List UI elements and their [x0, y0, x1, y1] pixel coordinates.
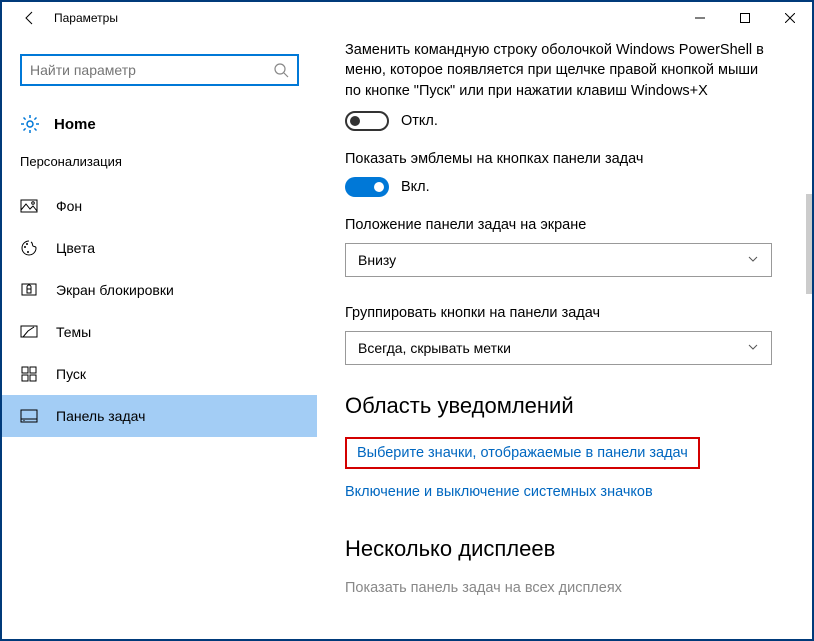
position-label: Положение панели задач на экране — [345, 217, 772, 233]
position-value: Внизу — [358, 252, 396, 268]
scrollbar[interactable] — [806, 194, 812, 294]
system-icons-link[interactable]: Включение и выключение системных значков — [345, 484, 653, 500]
start-icon — [20, 365, 38, 383]
lock-icon — [20, 281, 38, 299]
main-content: Заменить командную строку оболочкой Wind… — [317, 34, 812, 639]
sidebar-item-label: Пуск — [56, 366, 86, 382]
sidebar-item-label: Темы — [56, 324, 91, 340]
minimize-button[interactable] — [677, 2, 722, 34]
select-icons-link[interactable]: Выберите значки, отображаемые в панели з… — [345, 437, 700, 469]
multiple-displays-heading: Несколько дисплеев — [345, 536, 772, 562]
chevron-down-icon — [747, 252, 759, 268]
titlebar: Параметры — [2, 2, 812, 34]
toggle-off-label: Откл. — [401, 113, 438, 129]
window-title: Параметры — [54, 11, 118, 25]
powershell-description: Заменить командную строку оболочкой Wind… — [345, 40, 772, 101]
sidebar-item-label: Панель задач — [56, 408, 145, 424]
sidebar-item-start[interactable]: Пуск — [2, 353, 317, 395]
back-button[interactable] — [10, 2, 50, 34]
sidebar-item-themes[interactable]: Темы — [2, 311, 317, 353]
palette-icon — [20, 239, 38, 257]
multi-displays-description: Показать панель задач на всех дисплеях — [345, 580, 772, 596]
taskbar-icon — [20, 407, 38, 425]
sidebar: Home Персонализация Фон Цвета Экран б — [2, 34, 317, 639]
home-label: Home — [54, 116, 96, 133]
sidebar-item-background[interactable]: Фон — [2, 185, 317, 227]
search-input[interactable] — [30, 62, 273, 78]
sidebar-item-lockscreen[interactable]: Экран блокировки — [2, 269, 317, 311]
home-row[interactable]: Home — [2, 106, 317, 150]
badges-toggle[interactable] — [345, 177, 389, 197]
group-value: Всегда, скрывать метки — [358, 340, 511, 356]
notification-area-heading: Область уведомлений — [345, 393, 772, 419]
position-select[interactable]: Внизу — [345, 243, 772, 277]
search-box[interactable] — [20, 54, 299, 86]
close-button[interactable] — [767, 2, 812, 34]
maximize-button[interactable] — [722, 2, 767, 34]
sidebar-item-taskbar[interactable]: Панель задач — [2, 395, 317, 437]
group-label: Группировать кнопки на панели задач — [345, 305, 772, 321]
gear-icon — [20, 114, 40, 134]
brush-icon — [20, 323, 38, 341]
sidebar-item-colors[interactable]: Цвета — [2, 227, 317, 269]
picture-icon — [20, 197, 38, 215]
sidebar-item-label: Цвета — [56, 240, 95, 256]
chevron-down-icon — [747, 340, 759, 356]
badges-label: Показать эмблемы на кнопках панели задач — [345, 151, 772, 167]
toggle-on-label: Вкл. — [401, 179, 430, 195]
group-select[interactable]: Всегда, скрывать метки — [345, 331, 772, 365]
section-label: Персонализация — [2, 150, 317, 185]
sidebar-item-label: Экран блокировки — [56, 282, 174, 298]
search-icon — [273, 62, 289, 78]
sidebar-item-label: Фон — [56, 198, 82, 214]
powershell-toggle[interactable] — [345, 111, 389, 131]
